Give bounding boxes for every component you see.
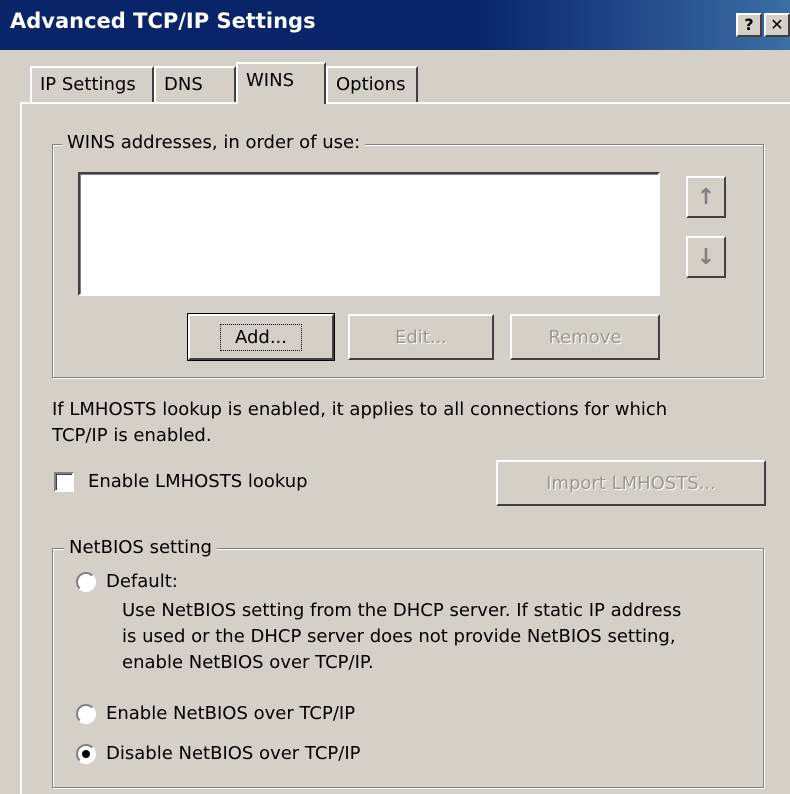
tab-wins[interactable]: WINS <box>236 62 326 104</box>
tab-panel <box>20 102 790 794</box>
tab-options-label: Options <box>336 74 406 95</box>
close-button[interactable]: ✕ <box>764 13 790 37</box>
help-button[interactable]: ? <box>736 13 762 37</box>
close-icon: ✕ <box>770 15 784 34</box>
tab-dns-label: DNS <box>164 74 203 95</box>
tab-options[interactable]: Options <box>326 66 418 102</box>
window-title: Advanced TCP/IP Settings <box>10 9 316 33</box>
tab-ip-settings[interactable]: IP Settings <box>30 66 154 102</box>
tab-wins-label: WINS <box>246 70 294 91</box>
tab-ip-settings-label: IP Settings <box>40 74 136 95</box>
help-icon: ? <box>744 15 754 34</box>
tab-dns[interactable]: DNS <box>154 66 236 102</box>
